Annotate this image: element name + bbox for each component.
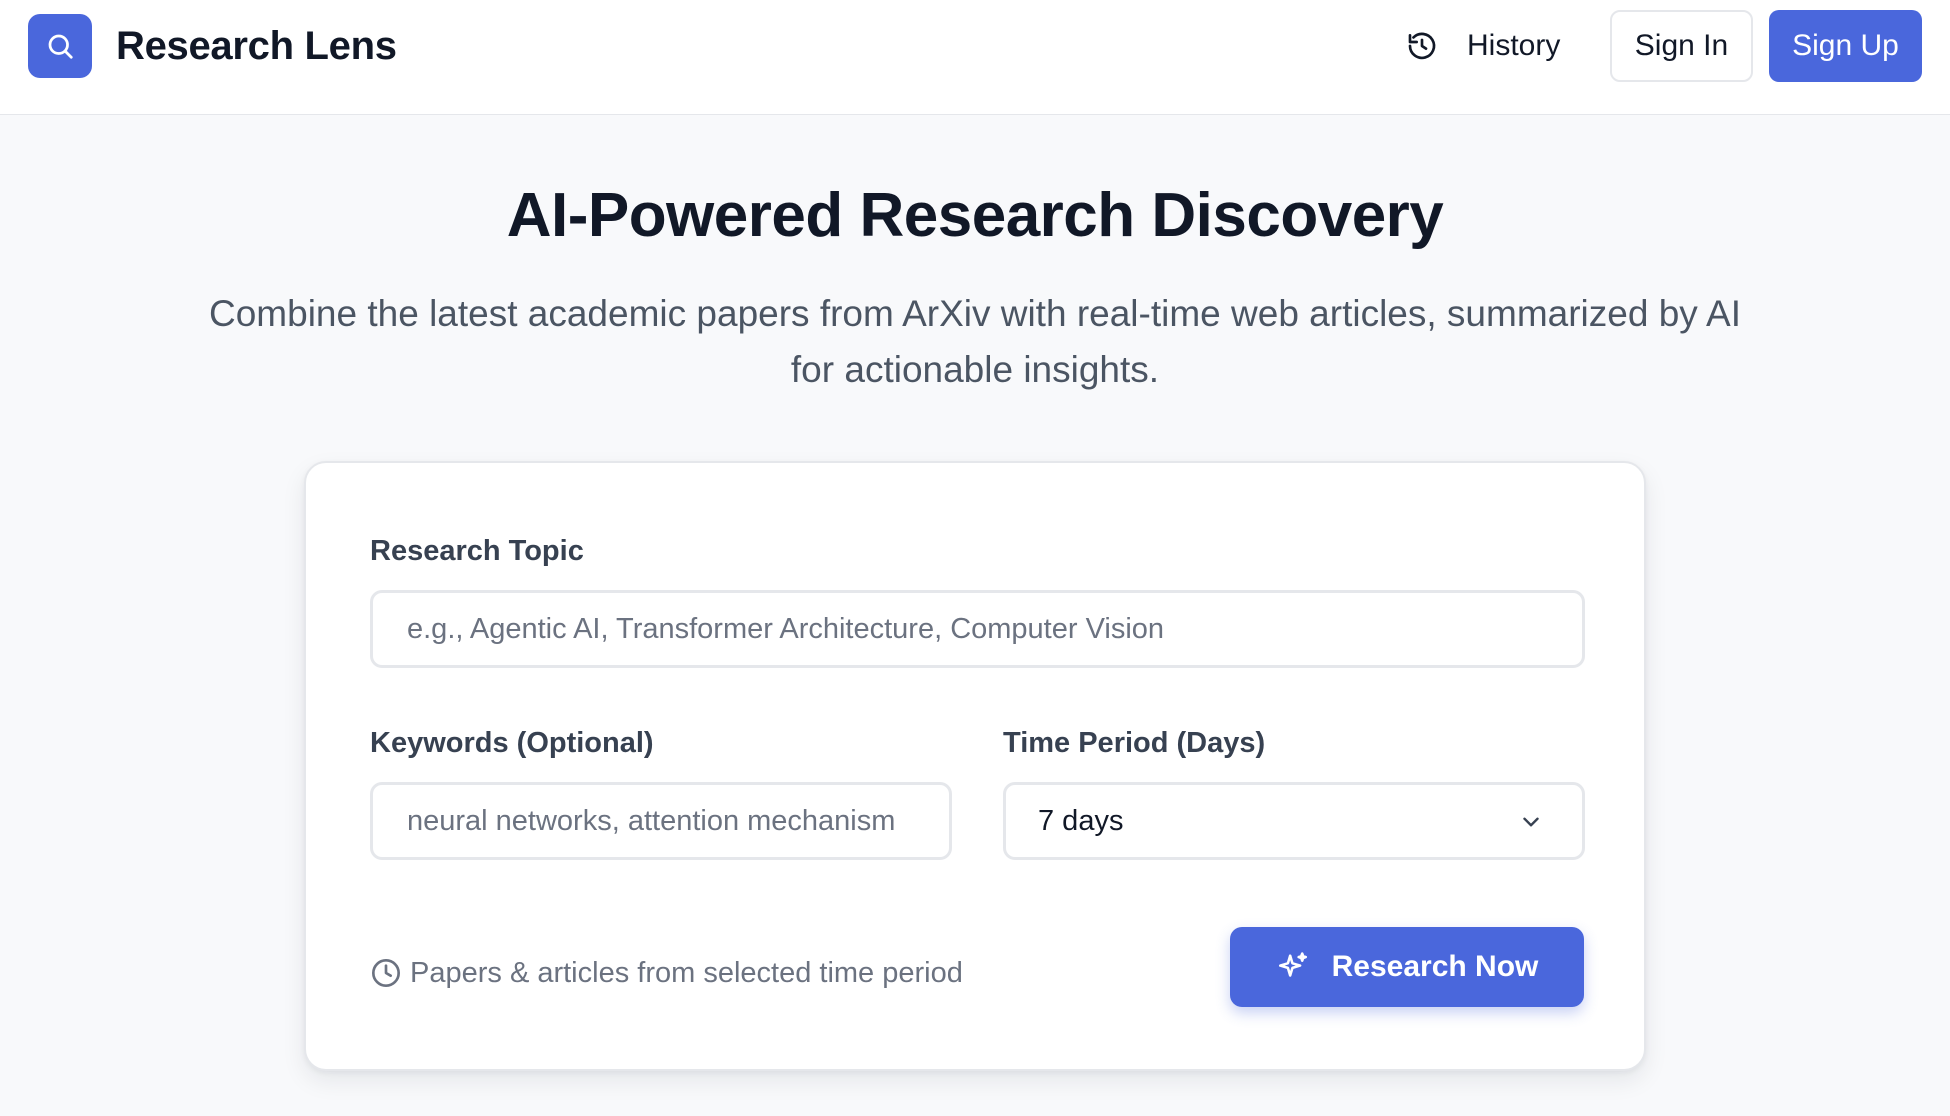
research-form-card: Research Topic Keywords (Optional) Time …: [304, 461, 1646, 1071]
sparkles-icon: [1278, 952, 1307, 977]
page-subtitle: Combine the latest academic papers from …: [209, 293, 1741, 390]
time-period-label: Time Period (Days): [1003, 727, 1266, 759]
keywords-input[interactable]: [370, 782, 952, 860]
time-period-value: 7 days: [1038, 805, 1124, 837]
sign-up-button[interactable]: Sign Up: [1769, 10, 1922, 82]
app-logo[interactable]: [28, 14, 92, 78]
sign-in-button[interactable]: Sign In: [1610, 10, 1753, 82]
app-name[interactable]: Research Lens: [116, 22, 397, 70]
history-link[interactable]: History: [1405, 20, 1560, 72]
history-icon: [1405, 29, 1439, 63]
page-title: AI-Powered Research Discovery: [506, 181, 1444, 250]
history-label: History: [1467, 29, 1561, 62]
keywords-label: Keywords (Optional): [370, 727, 654, 759]
chevron-down-icon: [1523, 817, 1539, 827]
time-period-hint: Papers & articles from selected time per…: [370, 953, 963, 993]
time-period-select[interactable]: 7 days: [1003, 782, 1585, 860]
time-period-hint-text: Papers & articles from selected time per…: [410, 956, 963, 989]
top-navbar: Research Lens History Sign In Sign Up: [0, 0, 1950, 115]
research-now-label: Research Now: [1331, 950, 1539, 983]
research-now-button[interactable]: Research Now: [1230, 927, 1584, 1007]
clock-icon: [372, 959, 400, 987]
research-topic-label: Research Topic: [370, 535, 584, 567]
research-topic-input[interactable]: [370, 590, 1585, 668]
search-icon: [48, 34, 73, 59]
